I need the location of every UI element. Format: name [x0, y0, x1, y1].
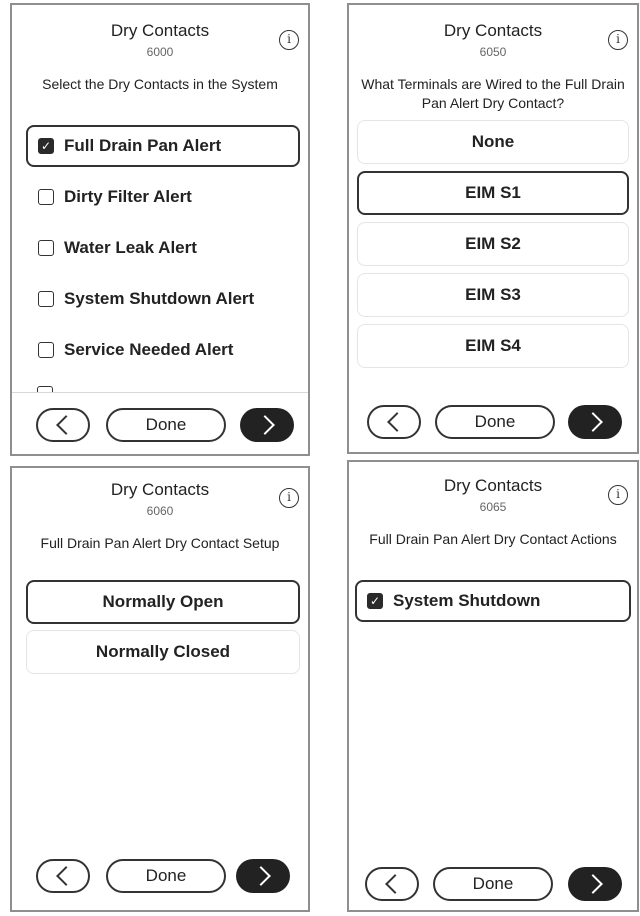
- screen-code: 6065: [479, 500, 507, 514]
- option-eim-s2[interactable]: EIM S2: [357, 222, 629, 266]
- chevron-left-icon: [384, 874, 405, 894]
- info-icon[interactable]: i: [608, 30, 628, 50]
- footer-bar: Done: [12, 392, 308, 454]
- done-button[interactable]: Done: [106, 859, 226, 893]
- screen-code: 6060: [146, 504, 174, 518]
- screen-subtitle: Select the Dry Contacts in the System: [42, 76, 278, 92]
- done-button[interactable]: Done: [106, 408, 226, 442]
- checkbox-unchecked-icon: [38, 342, 54, 358]
- screen-title: Dry Contacts: [110, 480, 210, 499]
- screen-title: Dry Contacts: [110, 21, 210, 40]
- chevron-left-icon: [55, 866, 76, 886]
- next-button[interactable]: [236, 859, 290, 893]
- checkbox-unchecked-icon: [38, 189, 54, 205]
- screen-subtitle: What Terminals are Wired to the Full Dra…: [361, 76, 625, 111]
- screen-title: Dry Contacts: [443, 21, 543, 40]
- option-eim-s4[interactable]: EIM S4: [357, 324, 629, 368]
- chevron-left-icon: [386, 412, 407, 432]
- option-none[interactable]: None: [357, 120, 629, 164]
- checkbox-label: System Shutdown Alert: [64, 289, 255, 308]
- footer-bar: Done: [349, 852, 637, 910]
- footer-bar: Done: [12, 844, 308, 906]
- next-button[interactable]: [568, 867, 622, 901]
- checkbox-item-water-leak-alert[interactable]: Water Leak Alert: [26, 227, 300, 269]
- info-icon[interactable]: i: [279, 30, 299, 50]
- screen-code: 6000: [146, 45, 174, 59]
- screen-subtitle: Full Drain Pan Alert Dry Contact Setup: [40, 535, 280, 551]
- info-icon[interactable]: i: [279, 488, 299, 508]
- info-icon[interactable]: i: [608, 485, 628, 505]
- back-button[interactable]: [367, 405, 421, 439]
- next-button[interactable]: [240, 408, 294, 442]
- back-button[interactable]: [36, 859, 90, 893]
- checkbox-unchecked-icon: [38, 291, 54, 307]
- back-button[interactable]: [365, 867, 419, 901]
- done-button[interactable]: Done: [435, 405, 555, 439]
- checkbox-item-full-drain-pan-alert[interactable]: ✓ Full Drain Pan Alert: [26, 125, 300, 167]
- footer-bar: Done: [349, 390, 637, 452]
- option-normally-closed[interactable]: Normally Closed: [26, 630, 300, 674]
- checkbox-item-dirty-filter-alert[interactable]: Dirty Filter Alert: [26, 176, 300, 218]
- checkbox-checked-icon: ✓: [367, 593, 383, 609]
- checkbox-label: Service Needed Alert: [64, 340, 234, 359]
- checkbox-item-service-needed-alert[interactable]: Service Needed Alert: [26, 329, 300, 371]
- chevron-right-icon: [250, 866, 271, 886]
- screen-6000: Dry Contacts 6000 i Select the Dry Conta…: [10, 3, 310, 456]
- next-button[interactable]: [568, 405, 622, 439]
- screen-6050: Dry Contacts 6050 i What Terminals are W…: [347, 3, 639, 454]
- screen-6065: Dry Contacts 6065 i Full Drain Pan Alert…: [347, 460, 639, 912]
- checkbox-label: Full Drain Pan Alert: [64, 136, 222, 155]
- chevron-right-icon: [254, 415, 275, 435]
- chevron-right-icon: [582, 874, 603, 894]
- checkbox-unchecked-icon: [38, 240, 54, 256]
- checkbox-label: Dirty Filter Alert: [64, 187, 192, 206]
- checkbox-item-system-shutdown[interactable]: ✓ System Shutdown: [355, 580, 631, 622]
- checkbox-label: Water Leak Alert: [64, 238, 197, 257]
- screen-title: Dry Contacts: [443, 476, 543, 495]
- screen-subtitle: Full Drain Pan Alert Dry Contact Actions: [369, 531, 617, 547]
- screen-code: 6050: [479, 45, 507, 59]
- option-eim-s3[interactable]: EIM S3: [357, 273, 629, 317]
- chevron-left-icon: [55, 415, 76, 435]
- done-button[interactable]: Done: [433, 867, 553, 901]
- checkbox-checked-icon: ✓: [38, 138, 54, 154]
- checkbox-label: System Shutdown: [393, 591, 541, 610]
- option-normally-open[interactable]: Normally Open: [26, 580, 300, 624]
- back-button[interactable]: [36, 408, 90, 442]
- option-eim-s1[interactable]: EIM S1: [357, 171, 629, 215]
- chevron-right-icon: [582, 412, 603, 432]
- checkbox-item-system-shutdown-alert[interactable]: System Shutdown Alert: [26, 278, 300, 320]
- screen-6060: Dry Contacts 6060 i Full Drain Pan Alert…: [10, 466, 310, 912]
